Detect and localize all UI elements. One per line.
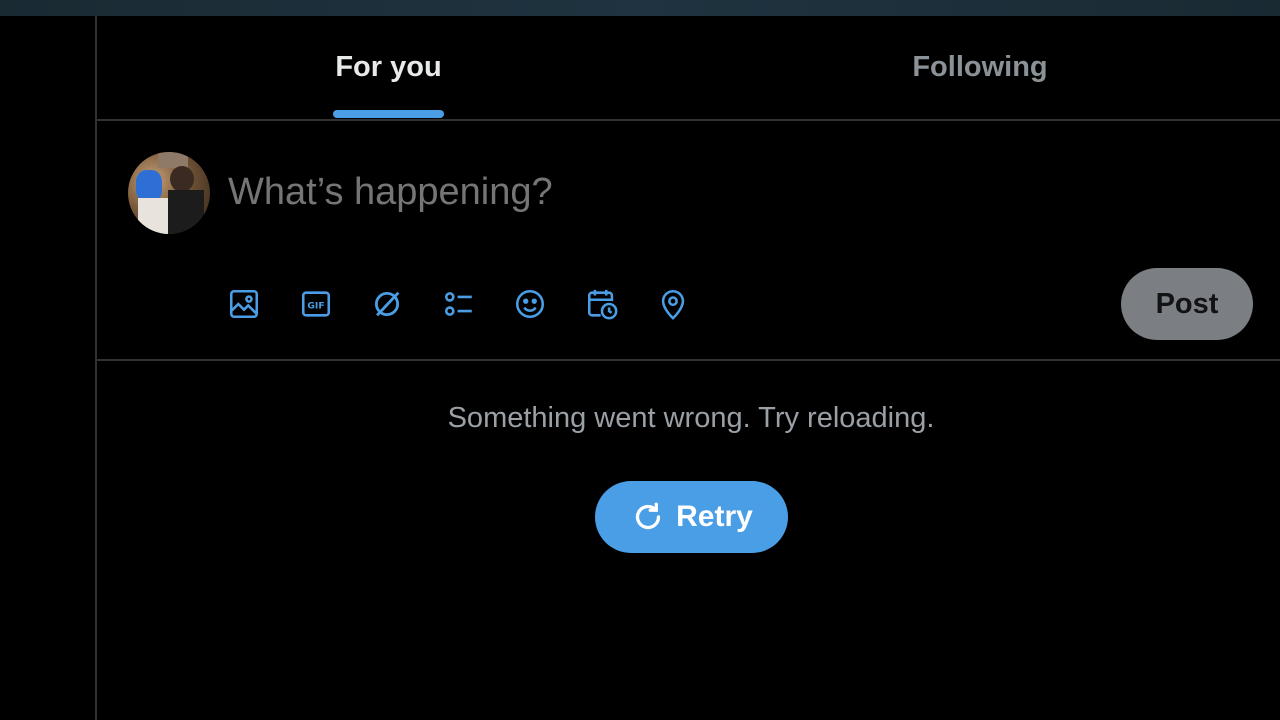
tab-following[interactable]: Following [680, 16, 1280, 119]
avatar[interactable] [128, 152, 210, 234]
retry-label: Retry [676, 500, 753, 533]
retry-button[interactable]: Retry [595, 481, 788, 553]
image-icon[interactable] [224, 284, 264, 324]
tab-for-you-label: For you [335, 51, 442, 83]
gif-icon[interactable]: GIF [296, 284, 336, 324]
main-timeline: For you Following GIF [95, 16, 1280, 720]
compose-input[interactable] [228, 171, 1028, 214]
tab-for-you[interactable]: For you [97, 16, 680, 119]
tab-following-label: Following [912, 51, 1048, 83]
error-message: Something went wrong. Try reloading. [447, 402, 935, 434]
location-icon[interactable] [653, 284, 693, 324]
refresh-icon [636, 502, 661, 530]
active-tab-indicator [333, 110, 444, 118]
timeline-tabs: For you Following [97, 16, 1280, 121]
window-top-strip [0, 0, 1280, 16]
left-sidebar [0, 16, 95, 720]
emoji-icon[interactable] [510, 284, 550, 324]
post-composer: GIF [97, 121, 1280, 361]
schedule-icon[interactable] [582, 284, 622, 324]
poll-icon[interactable] [439, 284, 479, 324]
grok-icon[interactable] [367, 284, 407, 324]
svg-text:GIF: GIF [307, 300, 324, 311]
post-button[interactable]: Post [1121, 268, 1253, 340]
